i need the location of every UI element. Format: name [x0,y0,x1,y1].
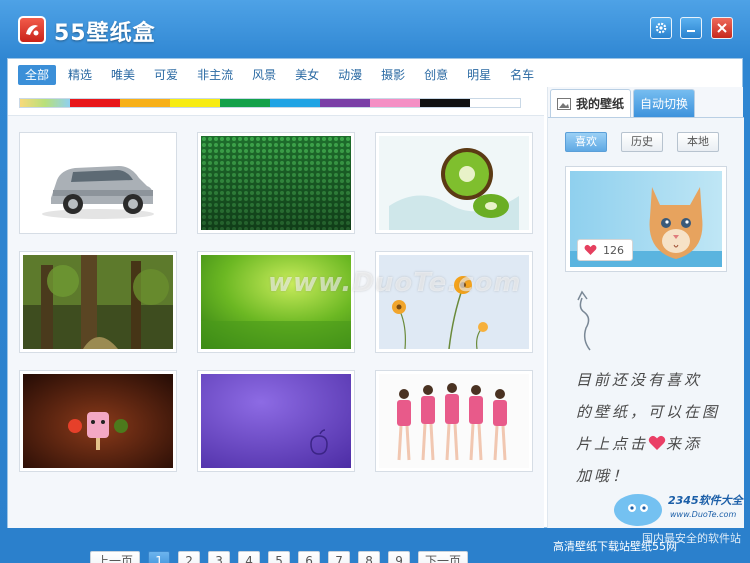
category-tab-aesthetic[interactable]: 唯美 [104,65,142,85]
page-7-button[interactable]: 7 [328,551,351,563]
color-swatch[interactable] [20,99,70,107]
page-4-button[interactable]: 4 [238,551,261,563]
filter-history-button[interactable]: 历史 [621,132,663,152]
page-1-button[interactable]: 1 [148,551,171,563]
color-swatch[interactable] [420,99,470,107]
wallpaper-thumb-green-texture[interactable] [197,132,355,234]
hint-line-3-end: 来添 [666,435,703,453]
category-tab-celebrity[interactable]: 明星 [460,65,498,85]
empty-favorites-hint: 目前还没有喜欢 的壁纸，可以在图 片上点击 来添 加哦！ [576,364,726,492]
color-swatch[interactable] [220,99,270,107]
wallpaper-thumb-kiwi-splash[interactable] [375,132,533,234]
like-count: 126 [603,243,624,257]
hint-line-3: 片上点击 来添 [576,428,726,460]
page-2-button[interactable]: 2 [178,551,201,563]
page-8-button[interactable]: 8 [358,551,381,563]
tab-my-wallpaper-label: 我的壁纸 [576,96,625,111]
site-slogan: 国内最安全的软件站 [642,532,741,545]
category-tab-photography[interactable]: 摄影 [374,65,412,85]
hint-line-2: 的壁纸，可以在图 [576,403,721,421]
wallpaper-thumb-forest[interactable] [19,251,177,353]
settings-gear-icon[interactable] [650,17,672,39]
hint-line-1: 目前还没有喜欢 [576,371,703,389]
heart-icon [584,244,597,255]
image-icon [557,97,571,110]
category-tab-beauty[interactable]: 美女 [288,65,326,85]
page-3-button[interactable]: 3 [208,551,231,563]
wallpaper-thumb-green-bokeh[interactable] [197,251,355,353]
category-tabs: 全部 精选 唯美 可爱 非主流 风景 美女 动漫 摄影 创意 明星 名车 [18,65,546,85]
brand-name: 2345软件大全 [668,494,743,507]
close-button[interactable] [711,17,733,39]
tab-auto-switch[interactable]: 自动切换 [633,89,696,117]
category-tab-cute[interactable]: 可爱 [147,65,185,85]
prev-page-button[interactable]: 上一页 [90,551,141,563]
category-tab-nonmainstream[interactable]: 非主流 [190,65,240,85]
minimize-button[interactable] [680,17,702,39]
my-wallpaper-panel: 我的壁纸 自动切换 喜欢 历史 本地 126 目前还没有喜欢 的壁纸，可以在图 … [547,87,744,528]
color-swatch[interactable] [370,99,420,107]
filter-like-button[interactable]: 喜欢 [565,132,607,152]
color-swatch[interactable] [120,99,170,107]
like-count-button[interactable]: 126 [577,239,633,261]
title-bar: 55壁纸盒 [0,0,750,58]
color-swatch[interactable] [70,99,120,107]
color-swatch[interactable] [270,99,320,107]
next-page-button[interactable]: 下一页 [418,551,469,563]
category-tab-featured[interactable]: 精选 [61,65,99,85]
wallpaper-thumb-flowers[interactable] [375,251,533,353]
pagination: 上一页 1 2 3 4 5 6 7 8 9 下一页 [90,551,476,563]
app-window: 55壁纸盒 全部 精选 唯美 可爱 非主流 风景 美女 动漫 摄影 创意 明星 … [0,0,750,563]
heart-icon [648,435,666,450]
category-tab-creative[interactable]: 创意 [417,65,455,85]
mascot-icon [614,494,662,526]
watermark-text: www.DuoTe.com [268,268,522,298]
favorite-preview-card[interactable]: 126 [565,166,727,272]
brand-url: www.DuoTe.com [670,510,737,519]
page-9-button[interactable]: 9 [388,551,411,563]
category-tab-anime[interactable]: 动漫 [331,65,369,85]
tab-my-wallpaper[interactable]: 我的壁纸 [550,89,632,117]
wallpaper-grid: 上一页 1 2 3 4 5 6 7 8 9 下一页 [8,115,544,563]
wallpaper-thumb-ice-cream-cartoon[interactable] [19,370,177,472]
color-swatch[interactable] [470,99,520,107]
page-6-button[interactable]: 6 [298,551,321,563]
category-tab-cars[interactable]: 名车 [503,65,541,85]
wallpaper-filter-buttons: 喜欢 历史 本地 [565,132,733,152]
filter-local-button[interactable]: 本地 [677,132,719,152]
wallpaper-thumb-girl-group[interactable] [375,370,533,472]
app-logo-icon [18,16,46,44]
category-tab-scenery[interactable]: 风景 [245,65,283,85]
app-title: 55壁纸盒 [54,21,156,46]
right-panel-tabs: 我的壁纸 自动切换 [550,89,696,117]
wallpaper-thumb-suv-car[interactable] [19,132,177,234]
hint-line-3-start: 片上点击 [576,435,649,453]
my-wallpaper-content: 喜欢 历史 本地 126 目前还没有喜欢 的壁纸，可以在图 片上点击 来添 加哦… [548,117,744,528]
color-filter-strip [19,98,521,108]
color-swatch[interactable] [170,99,220,107]
page-5-button[interactable]: 5 [268,551,291,563]
category-tab-all[interactable]: 全部 [18,65,57,85]
color-swatch[interactable] [320,99,370,107]
wallpaper-thumb-purple-apple[interactable] [197,370,355,472]
curly-arrow-icon [577,290,591,351]
